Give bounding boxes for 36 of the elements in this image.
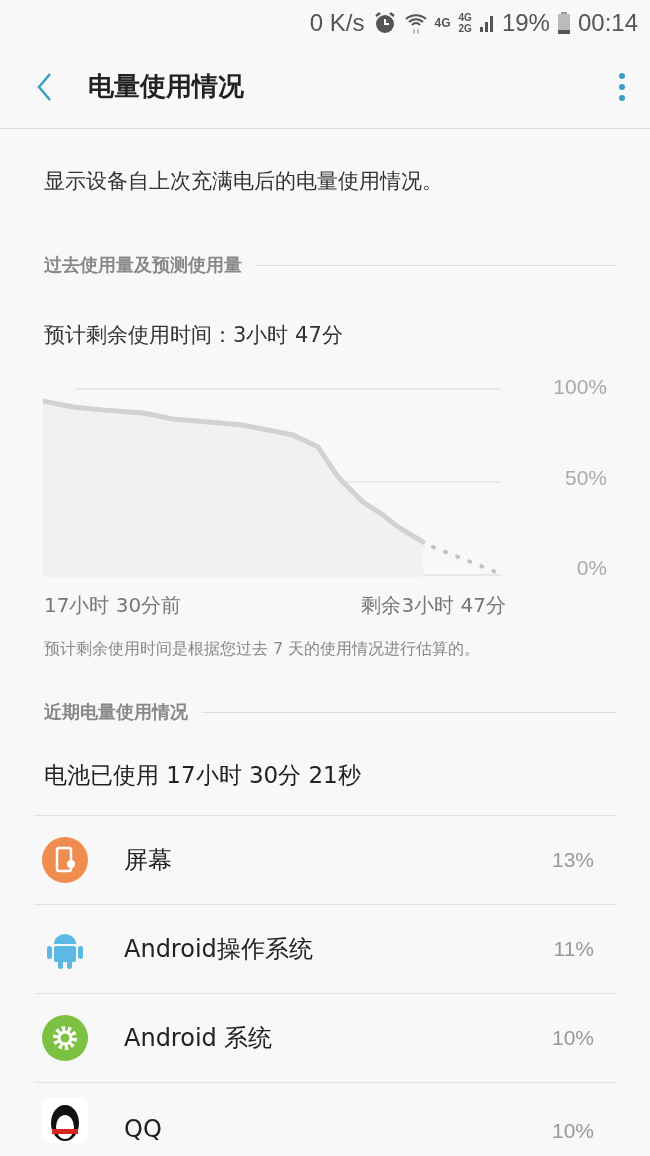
section-header: 过去使用量及预测使用量 — [44, 253, 242, 277]
more-options-icon[interactable] — [618, 71, 626, 102]
page-title: 电量使用情况 — [88, 70, 245, 103]
phone-icon — [42, 837, 88, 883]
back-icon[interactable] — [36, 71, 52, 102]
usage-percent: 10% — [551, 1119, 594, 1143]
usage-total: 电池已使用 17小时 30分 21秒 — [43, 761, 362, 790]
app-name: Android操作系统 — [124, 934, 314, 965]
app-usage-row[interactable]: 屏幕 13% — [34, 816, 616, 905]
app-name: Android 系统 — [124, 1023, 274, 1054]
axis-label: 100% — [552, 375, 607, 399]
app-usage-row[interactable]: Android操作系统 11% — [34, 905, 616, 994]
axis-label: 50% — [563, 465, 607, 490]
network-speed: 0 K/s — [309, 8, 365, 37]
app-usage-row[interactable]: Android 系统 10% — [34, 994, 616, 1083]
sim-network-label: 2G — [458, 22, 472, 34]
estimate-text: 预计剩余使用时间：3小时 47分 — [43, 322, 344, 349]
axis-label: 17小时 30分前 — [44, 592, 182, 619]
axis-label: 0% — [575, 556, 607, 580]
network-type: 4G — [434, 15, 451, 30]
app-usage-row[interactable]: QQ 10% — [34, 1083, 616, 1149]
sim-network-label: 4G — [458, 11, 472, 23]
clock-time: 00:14 — [577, 8, 638, 37]
usage-percent: 11% — [553, 937, 594, 961]
penguin-icon — [42, 1097, 88, 1143]
app-name: QQ — [124, 1115, 163, 1143]
usage-percent: 13% — [551, 848, 594, 872]
battery-percent: 19% — [501, 8, 550, 37]
app-name: 屏幕 — [124, 845, 173, 876]
section-header: 近期电量使用情况 — [44, 700, 188, 724]
note-text: 预计剩余使用时间是根据您过去 7 天的使用情况进行估算的。 — [43, 638, 482, 660]
gear-icon — [42, 1015, 88, 1061]
axis-label: 剩余3小时 47分 — [361, 592, 506, 619]
description-text: 显示设备自上次充满电后的电量使用情况。 — [43, 168, 444, 195]
usage-percent: 10% — [551, 1026, 594, 1050]
battery-icon — [557, 11, 570, 34]
